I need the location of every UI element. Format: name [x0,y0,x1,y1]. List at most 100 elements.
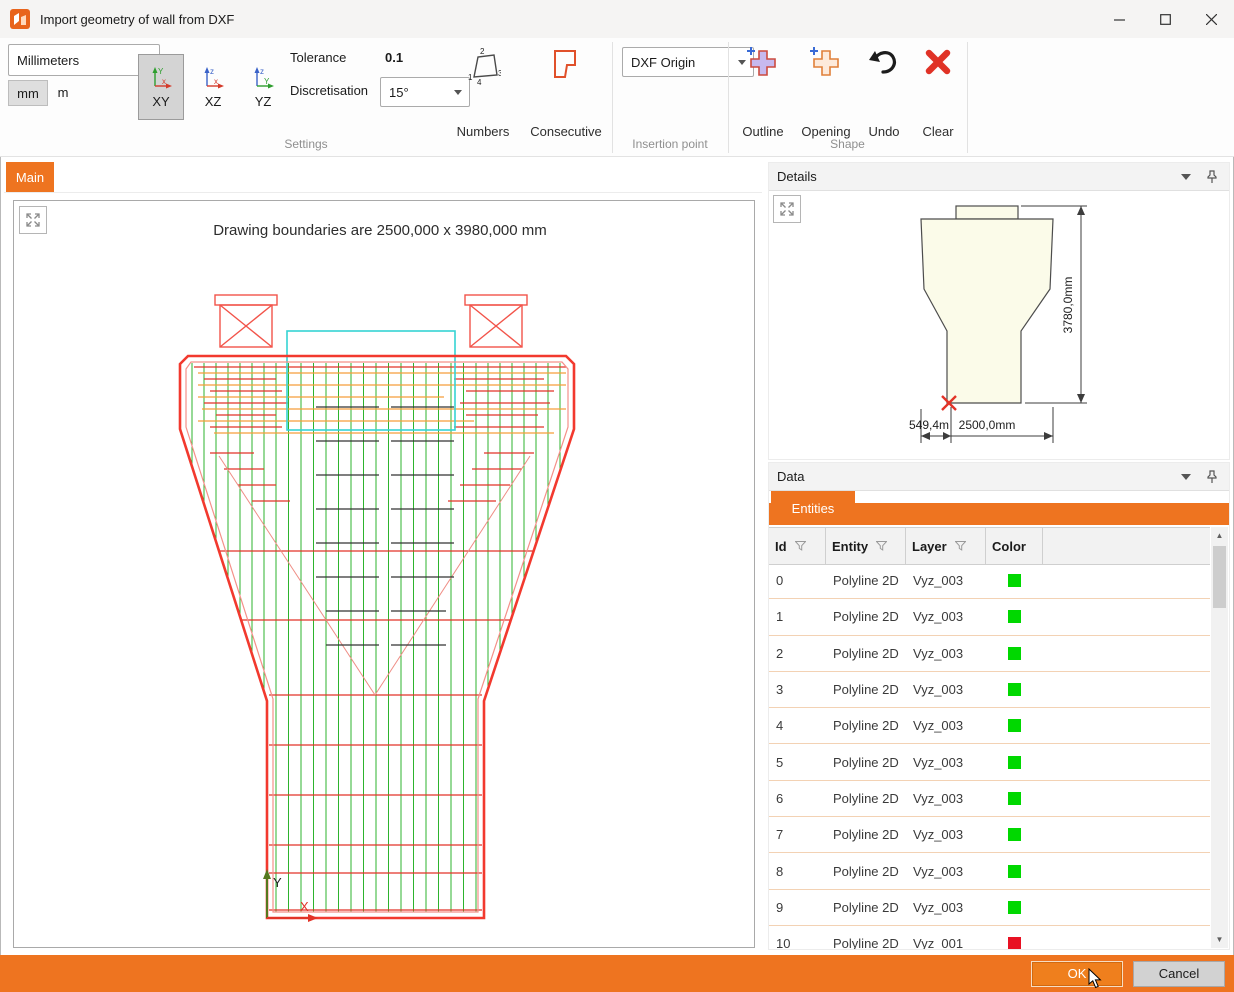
tab-entities-label: Entities [792,501,835,516]
column-header-layer[interactable]: Layer [906,528,986,564]
table-row[interactable]: 3 Polyline 2D Vyz_003 [769,672,1210,708]
svg-text:Y: Y [158,67,164,76]
color-swatch [1008,610,1021,623]
cell-entity: Polyline 2D [826,573,906,588]
numbers-button[interactable]: 2 1 4 3 Numbers [450,43,516,141]
svg-text:x: x [162,77,166,86]
cell-entity: Polyline 2D [826,827,906,842]
table-row[interactable]: 0 Polyline 2D Vyz_003 [769,563,1210,599]
svg-text:4: 4 [477,78,482,87]
color-swatch [1008,865,1021,878]
close-icon [1206,14,1217,25]
unit-m-button[interactable]: m [50,80,76,104]
cell-color [986,901,1043,914]
filter-icon[interactable] [955,541,966,551]
tolerance-label: Tolerance [290,50,346,65]
scrollbar-up-arrow[interactable]: ▲ [1211,527,1228,544]
table-row[interactable]: 4 Polyline 2D Vyz_003 [769,708,1210,744]
axis-x-label: X [300,899,309,914]
main-view-panel: Main Drawing boundaries are 2500,000 x 3… [4,162,762,950]
red-diagonal-lines [219,456,530,695]
table-row[interactable]: 9 Polyline 2D Vyz_003 [769,890,1210,926]
outline-button[interactable]: Outline [736,43,790,141]
cell-id: 8 [769,864,826,879]
shape-group-label: Shape [728,137,967,151]
plane-xy-button[interactable]: Yx XY [138,54,184,120]
cell-entity: Polyline 2D [826,609,906,624]
titlebar: Import geometry of wall from DXF [0,0,1234,38]
cell-layer: Vyz_001 [906,936,986,949]
data-collapse-icon[interactable] [1177,468,1195,486]
unit-mm-button[interactable]: mm [8,80,48,106]
drawing-viewport[interactable]: Drawing boundaries are 2500,000 x 3980,0… [13,200,755,948]
svg-text:x: x [214,77,218,86]
table-row[interactable]: 5 Polyline 2D Vyz_003 [769,744,1210,780]
details-collapse-icon[interactable] [1177,168,1195,186]
cell-layer: Vyz_003 [906,682,986,697]
scrollbar-down-arrow[interactable]: ▼ [1211,931,1228,948]
cell-color [986,865,1043,878]
ok-button[interactable]: OK [1031,961,1123,987]
details-pin-icon[interactable] [1203,168,1221,186]
consecutive-button[interactable]: Consecutive [522,43,610,141]
toolbar-separator [967,42,968,153]
dim-offset-label: 549,4m [909,418,949,432]
cell-entity: Polyline 2D [826,755,906,770]
entities-scrollbar[interactable]: ▲ ▼ [1211,527,1228,948]
details-fit-view-button[interactable] [773,195,801,223]
table-row[interactable]: 8 Polyline 2D Vyz_003 [769,853,1210,889]
main-tab-strip: Main [4,162,762,193]
data-panel: Data Entities Id Entity Layer Color [768,462,1230,950]
table-row[interactable]: 10 Polyline 2D Vyz_001 [769,926,1210,949]
opening-button[interactable]: Opening [796,43,856,141]
insertion-point-dropdown[interactable]: DXF Origin [622,47,754,77]
column-header-id[interactable]: Id [769,528,826,564]
close-button[interactable] [1188,0,1234,38]
cell-entity: Polyline 2D [826,791,906,806]
cell-id: 10 [769,936,826,949]
column-header-color[interactable]: Color [986,528,1043,564]
tolerance-input[interactable]: 0.1 [385,50,435,65]
tab-main-label: Main [16,170,44,185]
cell-id: 3 [769,682,826,697]
cell-entity: Polyline 2D [826,682,906,697]
scrollbar-thumb[interactable] [1213,546,1226,608]
tab-entities[interactable]: Entities [771,491,855,525]
column-header-entity[interactable]: Entity [826,528,906,564]
data-pin-icon[interactable] [1203,468,1221,486]
filter-icon[interactable] [795,541,806,551]
bearing-right [465,295,527,347]
color-swatch [1008,756,1021,769]
plane-yz-label: YZ [255,94,272,109]
table-row[interactable]: 7 Polyline 2D Vyz_003 [769,817,1210,853]
cell-layer: Vyz_003 [906,755,986,770]
color-swatch [1008,792,1021,805]
undo-button[interactable]: Undo [860,43,908,141]
units-dropdown-value: Millimeters [17,53,79,68]
table-row[interactable]: 6 Polyline 2D Vyz_003 [769,781,1210,817]
plane-yz-button[interactable]: zY YZ [240,54,286,120]
black-rebar-lines [316,407,454,645]
cell-id: 6 [769,791,826,806]
fit-view-button[interactable] [19,206,47,234]
cell-entity: Polyline 2D [826,718,906,733]
cell-color [986,937,1043,949]
cell-layer: Vyz_003 [906,718,986,733]
cell-color [986,719,1043,732]
color-swatch [1008,683,1021,696]
maximize-button[interactable] [1142,0,1188,38]
cell-id: 9 [769,900,826,915]
wall-drawing: Drawing boundaries are 2500,000 x 3980,0… [14,201,752,945]
clear-button[interactable]: Clear [912,43,964,141]
cell-color [986,756,1043,769]
plane-xz-button[interactable]: zx XZ [190,54,236,120]
filter-icon[interactable] [876,541,887,551]
table-row[interactable]: 1 Polyline 2D Vyz_003 [769,599,1210,635]
table-row[interactable]: 2 Polyline 2D Vyz_003 [769,636,1210,672]
ribbon-toolbar: Millimeters mm m Yx XY zx XZ zY YZ Toler… [0,38,1234,157]
svg-text:z: z [260,67,264,76]
tab-main[interactable]: Main [6,162,54,192]
minimize-button[interactable] [1096,0,1142,38]
ok-button-label: OK [1068,966,1087,981]
cancel-button[interactable]: Cancel [1133,961,1225,987]
